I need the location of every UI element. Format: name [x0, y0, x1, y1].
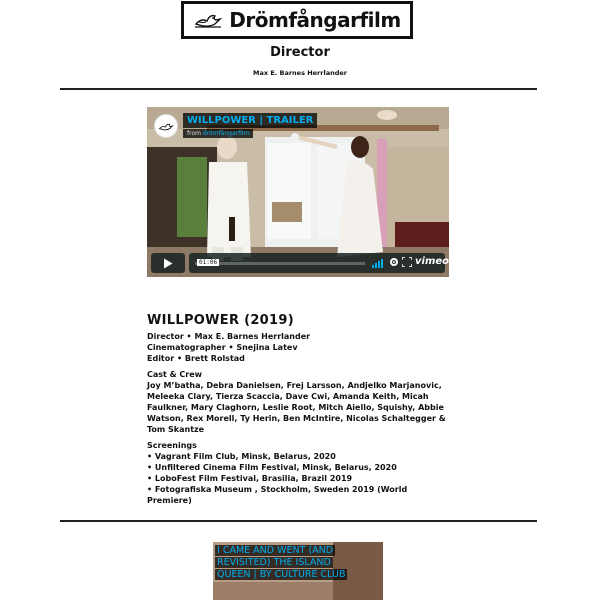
fullscreen-icon[interactable]	[402, 257, 412, 267]
gear-icon[interactable]	[389, 257, 399, 267]
video-player[interactable]: WILLPOWER | TRAILER from drömfångarfilm …	[147, 107, 449, 277]
film-title: WILLPOWER (2019)	[147, 313, 294, 328]
vimeo-logo[interactable]: vimeo	[415, 256, 449, 267]
list-item: • LoboFest Film Festival, Brasilia, Braz…	[147, 474, 353, 483]
screenings-list: • Vagrant Film Club, Minsk, Belarus, 202…	[147, 451, 451, 506]
credit-director: Director • Max E. Barnes Herrlander	[147, 332, 311, 341]
video-title-link[interactable]: WILLPOWER | TRAILER	[183, 113, 318, 128]
play-button[interactable]	[151, 253, 185, 273]
video-byline: from drömfångarfilm	[183, 129, 254, 138]
brand-logo[interactable]: Drömfångarfilm	[181, 1, 413, 39]
list-item: • Unfiltered Cinema Film Festival, Minsk…	[147, 463, 397, 472]
video-title-text: I CAME AND WENT (AND REVISITED) THE ISLA…	[215, 545, 348, 580]
video-title-link[interactable]: I CAME AND WENT (AND REVISITED) THE ISLA…	[215, 545, 355, 581]
byline-prefix: from	[187, 130, 201, 137]
brand-name: Drömfångarfilm	[229, 8, 401, 32]
bird-logo-icon	[195, 14, 223, 28]
list-item: • Fotografiska Museum , Stockholm, Swede…	[147, 485, 408, 505]
play-icon	[164, 258, 173, 268]
player-controls: 01:06 vimeo	[151, 253, 449, 273]
director-name: Max E. Barnes Herrlander	[253, 69, 347, 77]
control-bar: 01:06 vimeo	[189, 253, 449, 273]
credit-editor: Editor • Brett Rolstad	[147, 354, 245, 363]
progress-bar[interactable]: 01:06	[195, 259, 365, 266]
next-video-player[interactable]: I CAME AND WENT (AND REVISITED) THE ISLA…	[213, 542, 383, 600]
cast-list: Joy M’batha, Debra Danielsen, Frej Larss…	[147, 381, 446, 434]
credits-list: Director • Max E. Barnes Herrlander Cine…	[147, 331, 447, 364]
screenings-heading: Screenings	[147, 441, 197, 450]
cast-heading: Cast & Crew	[147, 370, 203, 379]
channel-link[interactable]: drömfångarfilm	[203, 130, 250, 137]
credit-cinematographer: Cinematographer • Snejina Latev	[147, 343, 298, 352]
list-item: • Vagrant Film Club, Minsk, Belarus, 202…	[147, 452, 336, 461]
time-display: 01:06	[197, 259, 220, 266]
page-subtitle: Director	[270, 45, 330, 60]
divider	[60, 88, 537, 90]
volume-icon[interactable]	[372, 258, 384, 268]
bird-logo-icon	[158, 123, 174, 130]
channel-avatar[interactable]	[154, 114, 178, 138]
divider	[60, 520, 537, 522]
